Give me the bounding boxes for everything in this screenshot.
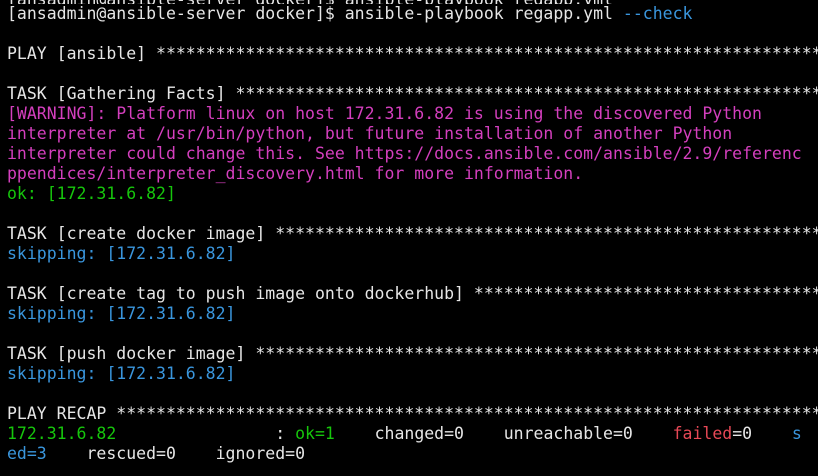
warning-line-3: interpreter could change this. See https… (7, 144, 802, 163)
warning-line-1: [WARNING]: Platform linux on host 172.31… (7, 104, 762, 123)
ok-result: ok: [172.31.6.82] (7, 184, 176, 203)
recap-host: 172.31.6.82 (7, 424, 117, 443)
recap-skipped-end: ed=3 (7, 444, 47, 463)
command-line: [ansadmin@ansible-server docker]$ ansibl… (7, 4, 818, 24)
task-create-tag: TASK [create tag to push image onto dock… (7, 284, 818, 303)
check-flag: --check (622, 4, 693, 23)
recap-row: 172.31.6.82 : ok=1 changed=0 unreachable… (7, 424, 818, 444)
shell-prompt: [ansadmin@ansible-server docker]$ ansibl… (7, 4, 623, 23)
skipping-result-1: skipping: [172.31.6.82] (7, 244, 236, 263)
skipping-result-3: skipping: [172.31.6.82] (7, 364, 236, 383)
play-recap-header: PLAY RECAP *****************************… (7, 404, 818, 423)
terminal-window[interactable]: [ansadmin@ansible-server docker]$ ansibl… (0, 0, 818, 476)
recap-skipped-start: s (791, 424, 802, 443)
recap-ok: ok=1 (295, 424, 335, 443)
recap-failed-value: =0 (732, 424, 792, 443)
recap-failed-label: failed (672, 424, 733, 443)
recap-gap: : (116, 424, 296, 443)
recap-row-continued: ed=3 rescued=0 ignored=0 (7, 444, 818, 464)
task-push-docker-image: TASK [push docker image] ***************… (7, 344, 818, 363)
skipping-result-2: skipping: [172.31.6.82] (7, 304, 236, 323)
task-gathering-facts: TASK [Gathering Facts] *****************… (7, 84, 818, 103)
warning-line-4: ppendices/interpreter_discovery.html for… (7, 164, 584, 183)
recap-changed-unreachable: changed=0 unreachable=0 (334, 424, 673, 443)
task-create-docker-image: TASK [create docker image] *************… (7, 224, 818, 243)
play-header: PLAY [ansible] *************************… (7, 44, 818, 63)
recap-rescued-ignored: rescued=0 ignored=0 (46, 444, 306, 463)
warning-line-2: interpreter at /usr/bin/python, but futu… (7, 124, 733, 143)
